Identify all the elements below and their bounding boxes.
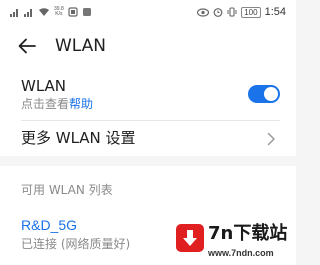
network-speed: 39.8 K/s [54,6,64,17]
help-link[interactable]: 帮助 [69,97,93,111]
network-list-header: 可用 WLAN 列表 [0,166,296,206]
chevron-right-icon [267,132,275,146]
section-title: 可用 WLAN 列表 [21,183,113,197]
wlan-settings-card: WLAN 点击查看帮助 更多 WLAN 设置 [0,68,296,156]
alarm-icon [213,8,223,17]
wlan-subtitle: 点击查看帮助 [21,97,93,111]
network-name: R&D_5G [21,217,78,233]
more-wlan-settings-label: 更多 WLAN 设置 [21,129,136,147]
signal-icon [10,9,18,17]
vibrate-icon [227,7,237,17]
wlan-subtitle-text: 点击查看 [21,97,70,111]
app-notification-icon [82,8,91,16]
more-wlan-settings-row[interactable]: 更多 WLAN 设置 [0,121,296,156]
clock: 1:54 [264,6,286,18]
page-title: WLAN [55,36,107,56]
wifi-icon [39,8,49,16]
toggle-knob [264,87,278,101]
back-button[interactable] [16,35,38,57]
watermark-title: 7n下载站 [208,223,288,244]
app-header: WLAN [0,24,296,68]
wlan-toggle-switch[interactable] [248,85,280,103]
arrow-left-icon [18,38,36,54]
battery-indicator: 100 [241,6,261,18]
eye-icon [197,7,210,17]
status-bar: 39.8 K/s 100 1:54 [0,0,296,24]
watermark: 7n下载站 www.7ndn.com [172,220,294,264]
watermark-url: www.7ndn.com [208,248,274,258]
download-icon [176,224,204,252]
wlan-label: WLAN [21,77,67,95]
network-status: 已连接 (网络质量好) [21,237,131,251]
notification-icon [68,7,78,17]
wlan-toggle-row[interactable]: WLAN 点击查看帮助 [0,68,296,120]
signal-icon-2 [24,9,32,17]
